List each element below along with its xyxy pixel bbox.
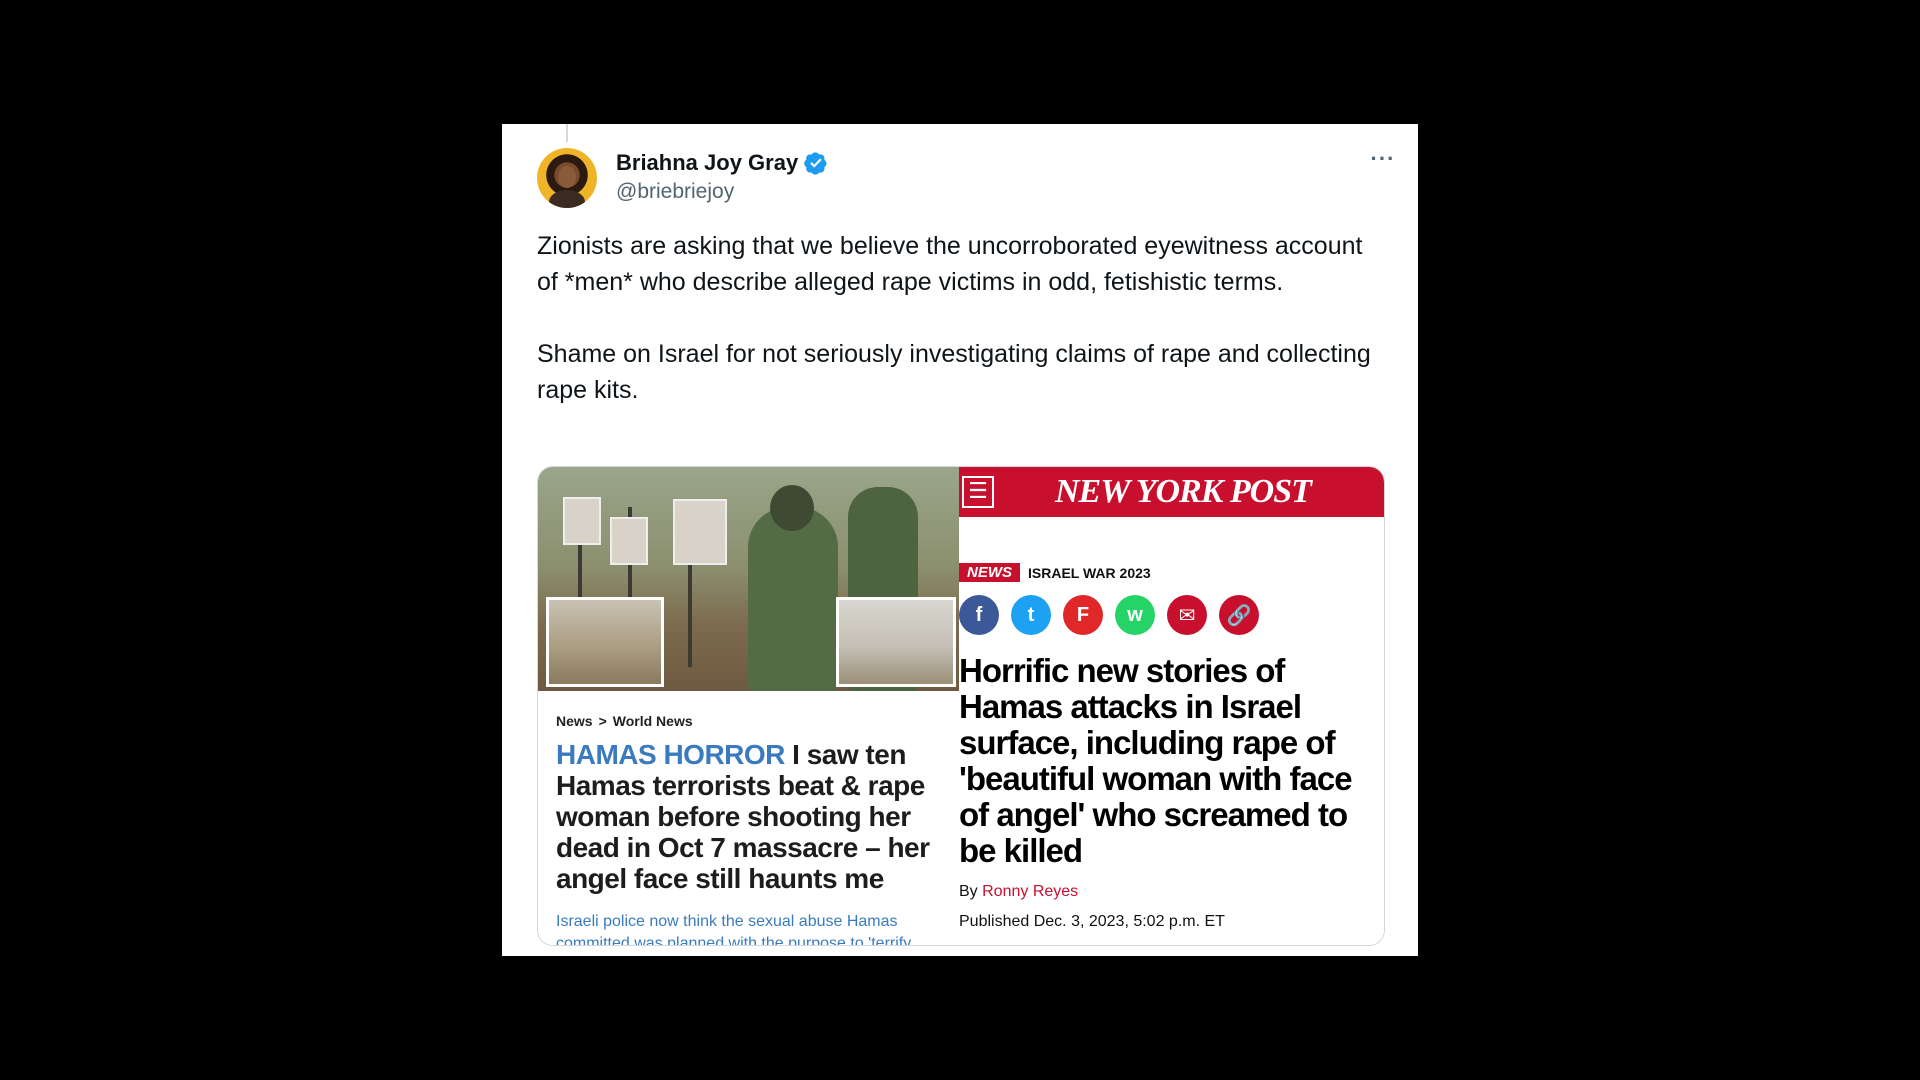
poster-photo <box>563 497 601 545</box>
left-headline: HAMAS HORROR I saw ten Hamas terrorists … <box>556 739 946 894</box>
nyp-logo: NEW YORK POST <box>1055 473 1312 510</box>
poster-photo <box>673 499 727 565</box>
left-subhead: Israeli police now think the sexual abus… <box>556 913 912 946</box>
tweet-text: Zionists are asking that we believe the … <box>537 228 1382 444</box>
category-tag: ISRAEL WAR 2023 <box>1028 564 1151 581</box>
left-article-screenshot: News > World News HAMAS HORROR I saw ten H… <box>538 467 959 945</box>
handle[interactable]: @briebriejoy <box>616 180 734 204</box>
thread-line <box>566 124 568 142</box>
breadcrumb-news: News <box>556 713 593 729</box>
nyp-header-bar: ☰ NEW YORK POST <box>959 467 1384 517</box>
article-photo <box>538 467 959 691</box>
soldier-figure <box>748 507 838 691</box>
soldier-head <box>770 485 814 531</box>
tweet-card: Briahna Joy Gray @briebriejoy ··· Zionis… <box>502 124 1418 956</box>
tweet-paragraph-2: Shame on Israel for not seriously invest… <box>537 340 1378 404</box>
menu-icon: ☰ <box>962 476 994 508</box>
facebook-icon: f <box>959 595 999 635</box>
display-name[interactable]: Briahna Joy Gray <box>616 150 798 176</box>
inset-photo <box>836 597 956 687</box>
verified-badge-icon <box>804 152 827 175</box>
byline: By Ronny Reyes <box>959 883 1078 901</box>
breadcrumb: News > World News <box>556 713 693 729</box>
email-icon: ✉ <box>1167 595 1207 635</box>
headline-kicker: HAMAS HORROR <box>556 739 785 770</box>
avatar-face <box>558 166 576 188</box>
tweet-paragraph-1: Zionists are asking that we believe the … <box>537 232 1370 296</box>
author-name-row: Briahna Joy Gray <box>616 150 828 176</box>
right-article-screenshot: ☰ NEW YORK POST NEWS ISRAEL WAR 2023 f t… <box>959 467 1384 945</box>
author-name: Ronny Reyes <box>982 883 1079 900</box>
published-date: Published Dec. 3, 2023, 5:02 p.m. ET <box>959 913 1225 930</box>
byline-prefix: By <box>959 883 983 900</box>
news-tag: NEWS <box>959 563 1020 582</box>
tag-row: NEWS ISRAEL WAR 2023 <box>959 563 1151 582</box>
avatar[interactable] <box>537 148 597 208</box>
right-headline: Horrific new stories of Hamas attacks in… <box>959 652 1353 869</box>
poster-photo <box>610 517 648 565</box>
more-options-icon[interactable]: ··· <box>1368 148 1398 172</box>
share-icons: f t F w ✉ 🔗 <box>959 595 1259 635</box>
avatar-body <box>549 190 585 208</box>
tweet-media[interactable]: News > World News HAMAS HORROR I saw ten H… <box>537 466 1385 946</box>
inset-photo <box>546 597 664 687</box>
breadcrumb-separator: > <box>598 713 607 729</box>
whatsapp-icon: w <box>1115 595 1155 635</box>
twitter-icon: t <box>1011 595 1051 635</box>
flipboard-icon: F <box>1063 595 1103 635</box>
link-icon: 🔗 <box>1219 595 1259 635</box>
breadcrumb-world-news: World News <box>612 713 693 729</box>
